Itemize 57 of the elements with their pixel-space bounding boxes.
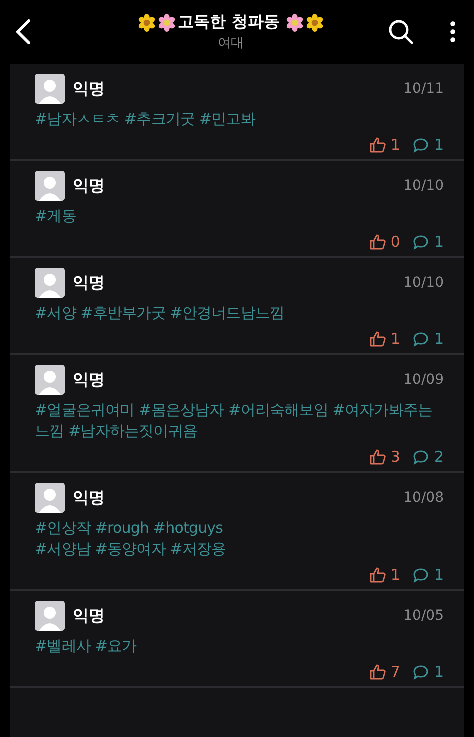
comment-count: 2: [434, 448, 444, 466]
comment-count: 1: [434, 233, 444, 251]
hashtag-text: #게동: [35, 206, 78, 227]
like-count: 3: [390, 448, 400, 466]
like-count: 1: [390, 136, 400, 154]
hashtag-text: #서양 #후반부가굿 #안경너드남느낌: [35, 303, 286, 324]
comment-icon[interactable]: [413, 450, 430, 464]
avatar-icon: [35, 483, 65, 513]
hashtag-text: #벨레사 #요가: [35, 636, 138, 657]
avatar-icon: [35, 365, 65, 395]
thumbs-up-icon[interactable]: [370, 664, 386, 680]
search-button[interactable]: [388, 19, 414, 45]
post-date: 10/05: [404, 608, 444, 624]
like-count: 1: [390, 566, 400, 584]
author-name: 익명: [73, 606, 106, 626]
comment-icon[interactable]: [413, 568, 430, 582]
author-name: 익명: [73, 272, 106, 294]
sunflower-icon: [306, 14, 324, 32]
avatar-icon: [35, 601, 65, 631]
blossom-icon: [158, 14, 176, 32]
post-date: 10/09: [404, 372, 444, 388]
like-count: 0: [390, 233, 400, 251]
thumbs-up-icon[interactable]: [370, 449, 386, 465]
comment-icon[interactable]: [413, 664, 430, 680]
thumbs-up-icon[interactable]: [370, 234, 386, 250]
post-date: 10/10: [404, 178, 444, 194]
sunflower-icon: [138, 14, 156, 32]
comment-count: 1: [434, 136, 444, 154]
comment-icon[interactable]: [413, 234, 430, 250]
comment-count: 1: [434, 663, 444, 681]
blossom-icon: [286, 14, 304, 32]
avatar-icon: [35, 74, 65, 104]
author-name: 익명: [73, 488, 106, 508]
author-name: 익명: [73, 176, 106, 196]
comment-icon[interactable]: [413, 138, 430, 152]
thumbs-up-icon[interactable]: [370, 331, 386, 347]
like-count: 1: [390, 330, 400, 348]
hashtag-text: #얼굴은귀여미 #몸은상남자 #어리숙해보임 #여자가봐주는느낌 #남자하는짓이귀욤: [35, 400, 434, 442]
chat-title: 고독한 청파동: [178, 12, 280, 33]
author-name: 익명: [73, 370, 106, 390]
comment-count: 1: [434, 566, 444, 584]
comment-icon[interactable]: [413, 332, 430, 346]
more-button[interactable]: [450, 21, 456, 43]
hashtag-text: #서양남 #동양여자 #저장용: [35, 539, 228, 560]
chat-subtitle: 여대: [218, 35, 244, 52]
thumbs-up-icon[interactable]: [370, 137, 386, 153]
hashtag-text: #인상작 #rough #hotguys: [35, 518, 224, 539]
post-date: 10/11: [404, 81, 444, 97]
avatar-icon: [35, 268, 65, 298]
like-count: 7: [390, 663, 400, 681]
thumbs-up-icon[interactable]: [370, 567, 386, 583]
comment-count: 1: [434, 330, 444, 348]
post-date: 10/10: [404, 275, 444, 291]
hashtag-text: #남자ㅅㅌㅊ #추크기굿 #민고봐: [35, 109, 257, 130]
author-name: 익명: [73, 78, 106, 100]
avatar-icon: [35, 171, 65, 201]
post-date: 10/08: [404, 490, 444, 506]
